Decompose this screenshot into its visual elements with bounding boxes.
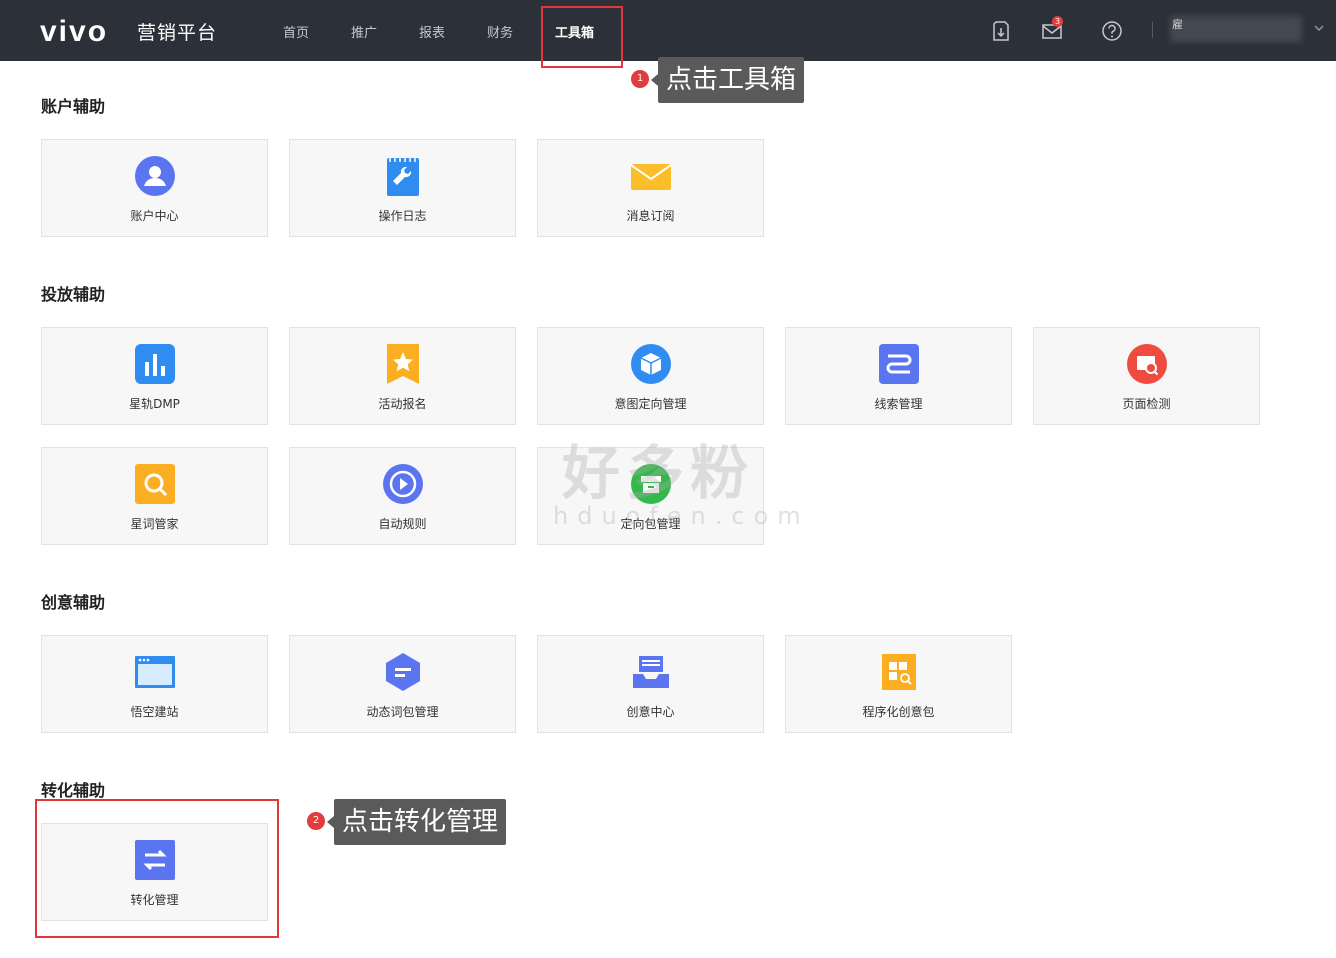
tool-label: 意图定向管理 [614,397,687,411]
wrench-icon [387,158,419,196]
watermark-url: hduofen.com [553,502,810,530]
message-badge: 3 [1052,16,1063,27]
vivo-logo[interactable]: vivo [40,15,108,49]
toolbox-highlight-box [541,6,623,68]
tool-card-lead-management[interactable]: 线索管理 [785,327,1012,425]
callout-step-1: 点击工具箱 [650,57,805,103]
route-icon [879,344,919,384]
tray-icon [633,656,669,688]
tool-card-message-subscription[interactable]: 消息订阅 [537,139,764,237]
tool-label: 悟空建站 [130,705,179,719]
tool-label: 线索管理 [874,397,923,411]
tool-card-creative-center[interactable]: 创意中心 [537,635,764,733]
bar-chart-icon [135,344,175,384]
tool-label: 星轨DMP [129,397,180,411]
callout-step-2-number: 2 [307,812,325,830]
section-title-account: 账户辅助 [41,97,106,116]
conversion-highlight-box [35,799,279,938]
tool-card-operation-log[interactable]: 操作日志 [289,139,516,237]
tool-card-activity-signup[interactable]: 活动报名 [289,327,516,425]
tool-card-intent-targeting[interactable]: 意图定向管理 [537,327,764,425]
tool-label: 程序化创意包 [862,705,935,719]
tool-card-account-center[interactable]: 账户中心 [41,139,268,237]
user-account-blurred[interactable] [1170,16,1302,42]
header-divider [1152,22,1153,38]
top-navigation-bar: vivo 营销平台 首页 推广 报表 财务 工具箱 3 雇 [0,0,1336,61]
tool-label: 消息订阅 [626,209,675,223]
help-icon[interactable] [1101,20,1123,42]
download-doc-icon[interactable] [990,20,1012,42]
browser-icon [135,656,175,688]
user-name[interactable]: 雇 [1172,16,1183,32]
star-badge-icon [387,344,419,384]
section-title-delivery: 投放辅助 [41,285,106,304]
hexagon-icon [386,653,420,691]
image-search-icon [1127,344,1167,384]
tool-label: 星词管家 [130,517,179,531]
tool-card-dynamic-wordpack[interactable]: 动态词包管理 [289,635,516,733]
callout-step-2: 点击转化管理 [326,799,507,845]
nav-finance[interactable]: 财务 [487,22,513,41]
tool-card-programmatic-creative[interactable]: 程序化创意包 [785,635,1012,733]
tool-label: 活动报名 [378,397,427,411]
tool-card-page-inspection[interactable]: 页面检测 [1033,327,1260,425]
tool-label: 页面检测 [1122,397,1171,411]
tool-label: 自动规则 [378,517,427,531]
tool-label: 账户中心 [130,209,179,223]
tool-label: 操作日志 [378,209,427,223]
callout-step-1-number: 1 [631,70,649,88]
tool-card-wukong-site[interactable]: 悟空建站 [41,635,268,733]
envelope-icon [631,164,671,190]
nav-promotion[interactable]: 推广 [351,22,377,41]
tool-label: 动态词包管理 [366,705,439,719]
cube-icon [631,344,671,384]
section-title-conversion: 转化辅助 [41,781,106,800]
tool-card-dmp[interactable]: 星轨DMP [41,327,268,425]
tool-card-keyword-manager[interactable]: 星词管家 [41,447,268,545]
platform-title: 营销平台 [137,22,218,44]
nav-home[interactable]: 首页 [283,22,309,41]
search-icon [135,464,175,504]
nav-reports[interactable]: 报表 [419,22,445,41]
chevron-down-icon[interactable] [1314,24,1324,32]
auto-play-icon [383,464,423,504]
grid-doc-icon [882,654,916,690]
user-icon [135,156,175,196]
watermark-text: 好多粉 [562,439,755,507]
tool-card-auto-rules[interactable]: 自动规则 [289,447,516,545]
tool-label: 创意中心 [626,705,675,719]
section-title-creative: 创意辅助 [41,593,106,612]
